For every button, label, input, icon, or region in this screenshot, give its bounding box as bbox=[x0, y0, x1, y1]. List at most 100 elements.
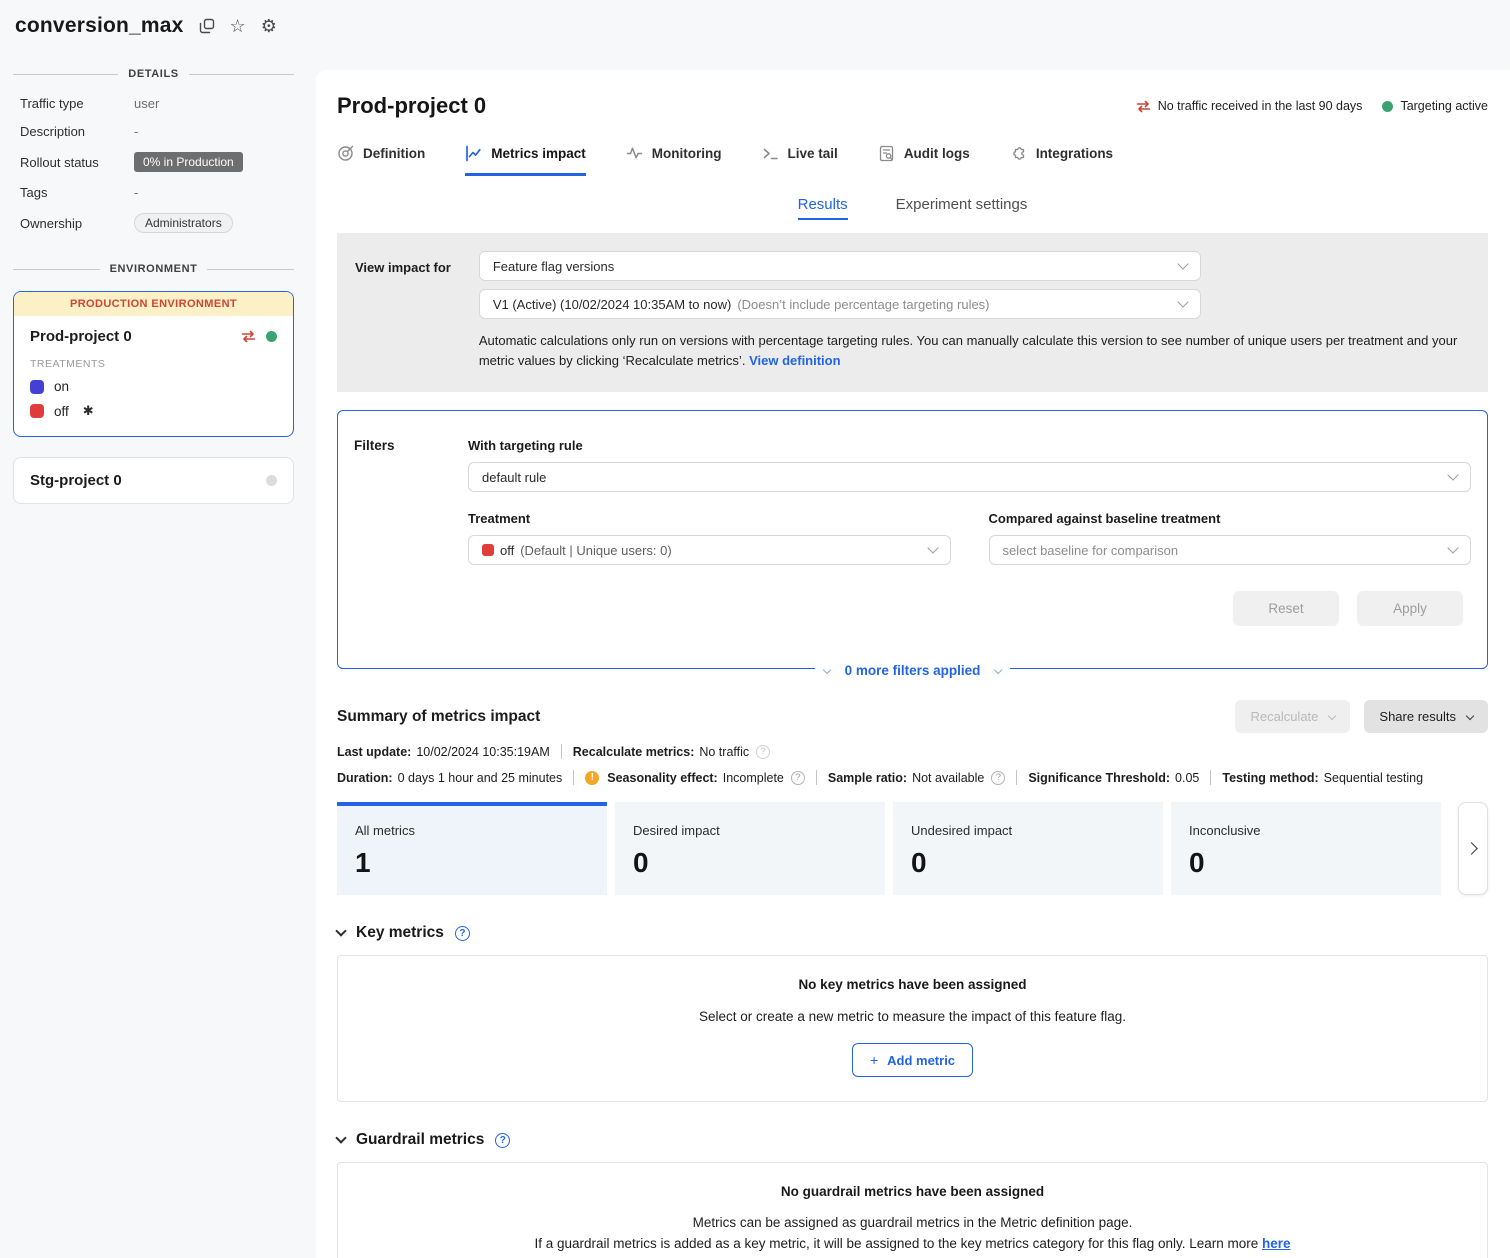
reset-button[interactable]: Reset bbox=[1233, 591, 1339, 626]
recalculate-metrics-value: No traffic bbox=[699, 745, 749, 759]
share-results-button-label: Share results bbox=[1379, 709, 1456, 724]
cards-next-button[interactable] bbox=[1458, 802, 1488, 895]
tab-definition[interactable]: Definition bbox=[337, 145, 425, 176]
metric-card-label: Inconclusive bbox=[1189, 823, 1423, 838]
learn-more-link[interactable]: here bbox=[1262, 1236, 1291, 1251]
filters-buttons: Reset Apply bbox=[468, 591, 1463, 626]
staging-environment-name: Stg-project 0 bbox=[30, 472, 122, 489]
detail-value-ownership: Administrators bbox=[134, 213, 294, 233]
guardrail-empty-line2: If a guardrail metrics is added as a key… bbox=[358, 1236, 1467, 1251]
tab-live-tail[interactable]: Live tail bbox=[762, 145, 838, 176]
tab-audit-logs-label: Audit logs bbox=[904, 146, 970, 161]
page: conversion_max ☆ ⚙ DETAILS Traffic type … bbox=[0, 0, 1510, 1258]
tab-metrics-impact-label: Metrics impact bbox=[491, 146, 586, 161]
impact-description: Automatic calculations only run on versi… bbox=[479, 331, 1470, 370]
collapse-chevron-icon[interactable] bbox=[335, 925, 346, 936]
add-metric-button[interactable]: + Add metric bbox=[852, 1043, 973, 1077]
copy-icon[interactable] bbox=[199, 18, 215, 34]
targeting-rule-value: default rule bbox=[482, 470, 546, 485]
baseline-select[interactable]: select baseline for comparison bbox=[989, 535, 1472, 565]
key-metrics-header: Key metrics ? bbox=[337, 924, 1488, 942]
tab-audit-logs[interactable]: Audit logs bbox=[878, 145, 970, 176]
tab-definition-label: Definition bbox=[363, 146, 425, 161]
view-definition-link[interactable]: View definition bbox=[749, 353, 841, 368]
targeting-rule-select[interactable]: default rule bbox=[468, 462, 1471, 492]
significance-threshold-value: 0.05 bbox=[1175, 771, 1199, 785]
apply-button[interactable]: Apply bbox=[1357, 591, 1463, 626]
gear-icon[interactable]: ⚙ bbox=[261, 17, 277, 35]
summary-actions: Recalculate Share results bbox=[1235, 700, 1488, 733]
status-targeting-active: Targeting active bbox=[1382, 99, 1488, 113]
view-impact-panel: View impact for Feature flag versions V1… bbox=[337, 233, 1488, 392]
divider bbox=[573, 770, 574, 785]
environment-heading: ENVIRONMENT bbox=[110, 263, 198, 275]
filters-body: With targeting rule default rule Treatme… bbox=[468, 438, 1471, 626]
subtab-results[interactable]: Results bbox=[798, 196, 848, 220]
treatment-on: on bbox=[30, 379, 277, 394]
treatment-filter-column: Treatment off (Default | Unique users: 0… bbox=[468, 511, 951, 565]
duration-label: Duration: bbox=[337, 771, 393, 785]
metric-card-inconclusive[interactable]: Inconclusive 0 bbox=[1171, 802, 1441, 895]
status-no-traffic: No traffic received in the last 90 days bbox=[1136, 99, 1363, 113]
detail-label-traffic-type: Traffic type bbox=[20, 96, 124, 111]
production-environment-name: Prod-project 0 bbox=[30, 328, 132, 345]
recalculate-button-label: Recalculate bbox=[1250, 709, 1318, 724]
metric-card-desired-impact[interactable]: Desired impact 0 bbox=[615, 802, 885, 895]
production-environment-banner: PRODUCTION ENVIRONMENT bbox=[14, 292, 293, 316]
targeting-active-dot bbox=[1382, 101, 1393, 112]
collapse-chevron-icon[interactable] bbox=[335, 1132, 346, 1143]
treatments-label: TREATMENTS bbox=[30, 358, 277, 370]
subtab-experiment-settings[interactable]: Experiment settings bbox=[896, 196, 1028, 220]
impact-version-select[interactable]: V1 (Active) (10/02/2024 10:35AM to now) … bbox=[479, 289, 1201, 319]
last-update-label: Last update: bbox=[337, 745, 411, 759]
detail-value-description: - bbox=[134, 124, 294, 139]
tab-integrations[interactable]: Integrations bbox=[1010, 145, 1113, 176]
recalculate-button[interactable]: Recalculate bbox=[1235, 700, 1350, 733]
tab-bar: Definition Metrics impact Monitoring Liv… bbox=[337, 145, 1488, 176]
divider bbox=[1210, 770, 1211, 785]
guardrail-empty-title: No guardrail metrics have been assigned bbox=[358, 1184, 1467, 1199]
sample-ratio-value: Not available bbox=[912, 771, 984, 785]
chevron-down-icon bbox=[1177, 296, 1188, 307]
detail-label-description: Description bbox=[20, 124, 124, 139]
summary-title: Summary of metrics impact bbox=[337, 708, 540, 726]
help-circle-icon[interactable]: ? bbox=[991, 771, 1005, 785]
more-filters-toggle[interactable]: 0 more filters applied bbox=[815, 663, 1011, 678]
environment-active-dot bbox=[266, 331, 277, 342]
detail-value-rollout-status: 0% in Production bbox=[134, 152, 294, 172]
tab-metrics-impact[interactable]: Metrics impact bbox=[465, 145, 586, 176]
treatment-select-detail: (Default | Unique users: 0) bbox=[520, 543, 672, 558]
tab-live-tail-label: Live tail bbox=[788, 146, 838, 161]
details-list: Traffic type user Description - Rollout … bbox=[13, 96, 294, 233]
metric-card-all-metrics[interactable]: All metrics 1 bbox=[337, 802, 607, 895]
detail-value-traffic-type: user bbox=[134, 96, 294, 111]
significance-threshold-label: Significance Threshold: bbox=[1028, 771, 1170, 785]
impact-scope-select[interactable]: Feature flag versions bbox=[479, 251, 1201, 281]
flag-header: conversion_max ☆ ⚙ bbox=[13, 14, 294, 38]
testing-method-label: Testing method: bbox=[1222, 771, 1318, 785]
main-header: Prod-project 0 No traffic received in th… bbox=[337, 93, 1488, 119]
chevron-down-icon bbox=[1177, 258, 1188, 269]
production-environment-body: Prod-project 0 TREATMENTS on off bbox=[14, 316, 293, 436]
divider bbox=[561, 744, 562, 759]
metric-card-undesired-impact[interactable]: Undesired impact 0 bbox=[893, 802, 1163, 895]
chevron-down-icon bbox=[994, 665, 1002, 673]
environment-card-production[interactable]: PRODUCTION ENVIRONMENT Prod-project 0 TR… bbox=[13, 291, 294, 437]
treatment-select[interactable]: off (Default | Unique users: 0) bbox=[468, 535, 951, 565]
share-results-button[interactable]: Share results bbox=[1364, 700, 1488, 733]
divider bbox=[816, 770, 817, 785]
detail-label-rollout-status: Rollout status bbox=[20, 155, 124, 170]
sidebar: conversion_max ☆ ⚙ DETAILS Traffic type … bbox=[0, 0, 316, 1258]
recalculate-metrics-label: Recalculate metrics: bbox=[573, 745, 695, 759]
status-no-traffic-label: No traffic received in the last 90 days bbox=[1158, 99, 1363, 113]
warning-icon: ! bbox=[585, 771, 599, 785]
environment-card-staging[interactable]: Stg-project 0 bbox=[13, 457, 294, 504]
help-circle-icon[interactable]: ? bbox=[455, 926, 470, 941]
star-icon[interactable]: ☆ bbox=[230, 17, 246, 35]
page-title: Prod-project 0 bbox=[337, 93, 486, 119]
tab-monitoring[interactable]: Monitoring bbox=[626, 145, 722, 176]
tab-monitoring-label: Monitoring bbox=[652, 146, 722, 161]
help-circle-icon[interactable]: ? bbox=[495, 1133, 510, 1148]
info-circle-icon[interactable]: ? bbox=[756, 745, 770, 759]
help-circle-icon[interactable]: ? bbox=[791, 771, 805, 785]
